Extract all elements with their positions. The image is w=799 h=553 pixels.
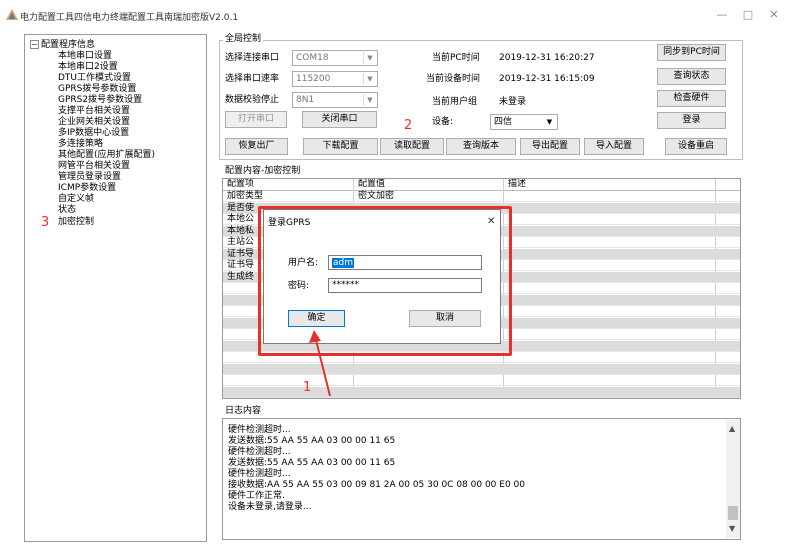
port-label: 选择连接串口: [225, 53, 280, 63]
chevron-down-icon: ▼: [363, 52, 376, 64]
tree-item-status[interactable]: 状态: [58, 206, 76, 215]
close-icon[interactable]: ✕: [764, 8, 784, 22]
check-hardware-button[interactable]: 检查硬件: [657, 90, 726, 107]
table-cell-value: 密文加密: [358, 191, 395, 201]
log-line: 硬件检测超时...: [228, 469, 291, 479]
tree-item-gprs-dial[interactable]: GPRS拨号参数设置: [58, 85, 136, 94]
tree-item-dtu-mode[interactable]: DTU工作模式设置: [58, 74, 131, 83]
chevron-down-icon: ▼: [546, 118, 553, 126]
baud-value: 115200: [296, 74, 331, 84]
export-config-button[interactable]: 导出配置: [520, 138, 580, 155]
parity-value: 8N1: [296, 95, 315, 105]
parity-select[interactable]: 8N1 ▼: [292, 92, 378, 108]
scroll-down-icon[interactable]: ▼: [729, 524, 735, 533]
parity-label: 数据校验停止: [225, 95, 280, 105]
log-scrollbar[interactable]: ▲ ▼: [726, 420, 740, 538]
global-control-label: 全局控制: [223, 34, 264, 44]
header-value: 配置值: [358, 179, 386, 189]
import-config-button[interactable]: 导入配置: [584, 138, 644, 155]
scroll-up-icon[interactable]: ▲: [729, 424, 735, 433]
minimize-icon[interactable]: —: [712, 8, 732, 22]
tree-root[interactable]: 配置程序信息: [41, 41, 95, 50]
table-row[interactable]: 加密类型 密文加密: [223, 191, 740, 202]
open-port-button[interactable]: 打开串口: [225, 111, 287, 128]
read-config-button[interactable]: 读取配置: [380, 138, 444, 155]
device-time-label: 当前设备时间: [426, 74, 481, 84]
sync-pc-time-button[interactable]: 同步到PC时间: [657, 44, 726, 61]
table-cell-item: 证书导: [227, 260, 255, 270]
pc-time-value: 2019-12-31 16:20:27: [499, 53, 595, 63]
table-cell-item: 本地公: [227, 214, 255, 224]
device-select[interactable]: 四信 ▼: [490, 114, 558, 130]
log-panel: 硬件检测超时... 发送数据:55 AA 55 AA 03 00 00 11 6…: [222, 418, 741, 540]
tree-item-gprs2-dial[interactable]: GPRS2拨号参数设置: [58, 96, 142, 105]
dialog-highlight-box: [258, 206, 512, 356]
baud-label: 选择串口速率: [225, 74, 280, 84]
app-icon: [6, 9, 18, 20]
table-cell-item: 本地私: [227, 225, 255, 236]
device-time-value: 2019-12-31 16:15:09: [499, 74, 595, 84]
window-title: 电力配置工具四信电力终端配置工具南瑞加密版V2.0.1: [20, 13, 239, 23]
tree-item-support-platform[interactable]: 支撑平台相关设置: [58, 107, 130, 116]
tree-item-local-serial[interactable]: 本地串口设置: [58, 52, 112, 61]
pc-time-label: 当前PC时间: [432, 53, 480, 63]
close-port-button[interactable]: 关闭串口: [302, 111, 377, 128]
maximize-icon[interactable]: □: [738, 8, 758, 22]
table-cell-item: 加密类型: [227, 191, 264, 201]
config-content-label: 配置内容-加密控制: [223, 166, 303, 176]
log-content-label: 日志内容: [223, 406, 264, 416]
log-line: 硬件工作正常.: [228, 491, 285, 501]
annotation-2: 2: [404, 118, 413, 133]
user-group-label: 当前用户组: [432, 97, 478, 107]
log-line: 硬件检测超时...: [228, 425, 291, 435]
query-version-button[interactable]: 查询版本: [446, 138, 516, 155]
table-cell-item: 主站公: [227, 237, 255, 247]
settings-tree: − 配置程序信息 本地串口设置 本地串口2设置 DTU工作模式设置 GPRS拨号…: [24, 34, 207, 542]
tree-item-local-serial-2[interactable]: 本地串口2设置: [58, 63, 118, 72]
table-cell-item: 生成终: [227, 271, 255, 282]
query-status-button[interactable]: 查询状态: [657, 68, 726, 85]
tree-item-multi-ip[interactable]: 多IP数据中心设置: [58, 129, 129, 138]
download-config-button[interactable]: 下载配置: [303, 138, 378, 155]
log-line: 接收数据:AA 55 AA 55 03 00 09 81 2A 00 05 30…: [228, 480, 525, 490]
table-cell-item: 是否使: [227, 202, 255, 213]
restore-factory-button[interactable]: 恢复出厂: [225, 138, 288, 155]
table-header: 配置项 配置值 描述: [223, 179, 740, 191]
annotation-3: 3: [41, 215, 50, 230]
tree-item-nms-platform[interactable]: 网管平台相关设置: [58, 162, 130, 171]
tree-item-custom-frame[interactable]: 自定义帧: [58, 195, 94, 204]
log-line: 设备未登录,请登录...: [228, 502, 312, 512]
user-group-value: 未登录: [499, 97, 527, 107]
log-line: 发送数据:55 AA 55 AA 03 00 00 11 65: [228, 436, 396, 446]
port-select[interactable]: COM18 ▼: [292, 50, 378, 66]
header-desc: 描述: [508, 179, 527, 189]
tree-item-admin-login[interactable]: 管理员登录设置: [58, 173, 121, 182]
table-cell-item: 证书导: [227, 248, 255, 259]
baud-select[interactable]: 115200 ▼: [292, 71, 378, 87]
scroll-thumb[interactable]: [728, 506, 738, 520]
device-value: 四信: [494, 117, 513, 127]
device-label: 设备:: [432, 117, 454, 127]
header-item: 配置项: [227, 179, 255, 189]
restart-device-button[interactable]: 设备重启: [665, 138, 727, 155]
title-bar: 电力配置工具四信电力终端配置工具南瑞加密版V2.0.1 — □ ✕: [0, 0, 799, 28]
collapse-icon[interactable]: −: [30, 40, 39, 49]
tree-item-multi-connection[interactable]: 多连接策略: [58, 140, 103, 149]
chevron-down-icon: ▼: [363, 73, 376, 85]
tree-item-enterprise-gateway[interactable]: 企业网关相关设置: [58, 118, 130, 127]
annotation-1: 1: [303, 380, 312, 395]
tree-item-icmp[interactable]: ICMP参数设置: [58, 184, 116, 193]
log-line: 硬件检测超时...: [228, 447, 291, 457]
port-value: COM18: [296, 53, 329, 63]
chevron-down-icon: ▼: [363, 94, 376, 106]
tree-item-other-config[interactable]: 其他配置(应用扩展配置): [58, 151, 155, 160]
log-line: 发送数据:55 AA 55 AA 03 00 00 11 65: [228, 458, 396, 468]
tree-item-encryption[interactable]: 加密控制: [58, 218, 94, 227]
login-button[interactable]: 登录: [657, 112, 726, 129]
